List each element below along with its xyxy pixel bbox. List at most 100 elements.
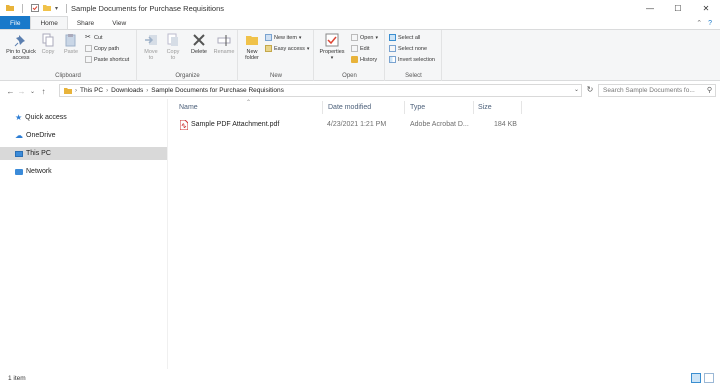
new-group: New folder New item ▾ Easy access ▾ New: [239, 30, 314, 81]
large-icons-view-icon[interactable]: [704, 373, 714, 383]
file-type: Adobe Acrobat D...: [410, 121, 469, 128]
refresh-icon[interactable]: ↻: [584, 85, 596, 97]
nav-item-this-pc[interactable]: This PC: [0, 147, 167, 160]
copy-to-icon: [167, 33, 178, 46]
column-header-name[interactable]: Name: [179, 104, 198, 111]
cut-button[interactable]: ✂ Cut: [85, 34, 103, 41]
ribbon: Pin to Quick access Copy Paste ✂ Cut Cop…: [0, 29, 720, 81]
forward-arrow-icon[interactable]: →: [16, 87, 27, 96]
file-date-modified: 4/23/2021 1:21 PM: [327, 121, 387, 128]
column-header-type[interactable]: Type: [410, 104, 425, 111]
help-icon[interactable]: ?: [708, 20, 712, 27]
quick-access-toolbar: ▾: [0, 3, 71, 13]
search-input[interactable]: Search Sample Documents fo... ⚲: [598, 84, 716, 97]
clipboard-group: Pin to Quick access Copy Paste ✂ Cut Cop…: [0, 30, 137, 81]
copy-path-icon: [85, 45, 92, 52]
history-button[interactable]: History: [351, 56, 377, 63]
breadcrumb-current-folder[interactable]: Sample Documents for Purchase Requisitio…: [151, 87, 284, 94]
back-arrow-icon[interactable]: ←: [5, 87, 16, 96]
edit-icon: [351, 45, 358, 52]
column-divider[interactable]: [322, 101, 323, 114]
breadcrumb-downloads[interactable]: Downloads: [111, 87, 143, 94]
invert-selection-label: Invert selection: [398, 56, 435, 63]
pin-icon: [14, 35, 25, 47]
view-switcher: [691, 373, 714, 383]
nav-item-quick-access[interactable]: ★ Quick access: [0, 111, 167, 124]
paste-shortcut-button[interactable]: Paste shortcut: [85, 56, 129, 63]
open-group-label: Open: [342, 73, 357, 79]
copy-path-button[interactable]: Copy path: [85, 45, 119, 52]
close-button[interactable]: ✕: [692, 0, 720, 16]
up-arrow-icon[interactable]: ↑: [38, 87, 49, 96]
title-bar: ▾ Sample Documents for Purchase Requisit…: [0, 0, 720, 16]
column-divider[interactable]: [521, 101, 522, 114]
new-folder-icon[interactable]: [43, 4, 51, 12]
breadcrumb-this-pc[interactable]: This PC: [80, 87, 103, 94]
chevron-down-icon: ▾: [298, 34, 302, 41]
tab-home[interactable]: Home: [30, 16, 68, 30]
rename-button[interactable]: Rename: [212, 33, 236, 55]
nav-item-label: This PC: [26, 150, 51, 157]
new-folder-button[interactable]: New folder: [242, 33, 262, 61]
pdf-file-icon: [180, 120, 188, 130]
tab-file[interactable]: File: [0, 16, 31, 30]
pane-divider[interactable]: [167, 99, 168, 369]
maximize-button[interactable]: ☐: [664, 0, 692, 16]
organize-group: Move to Copy to Delete Rename Organize: [138, 30, 238, 81]
new-folder-label: New folder: [245, 49, 259, 61]
invert-selection-button[interactable]: Invert selection: [389, 56, 435, 63]
easy-access-button[interactable]: Easy access ▾: [265, 45, 309, 52]
select-none-button[interactable]: Select none: [389, 45, 427, 52]
select-all-button[interactable]: Select all: [389, 34, 420, 41]
customize-qat-icon[interactable]: ▾: [55, 5, 58, 12]
nav-item-network[interactable]: Network: [0, 165, 167, 178]
file-row[interactable]: Sample PDF Attachment.pdf 4/23/2021 1:21…: [173, 118, 523, 132]
copy-to-button[interactable]: Copy to: [164, 33, 182, 61]
invert-selection-icon: [389, 56, 396, 63]
address-dropdown-icon[interactable]: ⌄: [574, 86, 579, 93]
clipboard-group-label: Clipboard: [55, 73, 81, 79]
tab-view[interactable]: View: [103, 16, 135, 30]
column-header-date-modified[interactable]: Date modified: [328, 104, 371, 111]
computer-icon: [15, 150, 23, 157]
paste-label: Paste: [63, 49, 79, 55]
file-name: Sample PDF Attachment.pdf: [191, 121, 280, 128]
window-controls: — ☐ ✕: [636, 0, 720, 16]
select-all-icon: [389, 34, 396, 41]
status-bar: 1 item: [0, 370, 720, 386]
new-item-icon: [265, 34, 272, 41]
tab-share[interactable]: Share: [68, 16, 103, 30]
new-item-button[interactable]: New item ▾: [265, 34, 301, 41]
chevron-right-icon: ›: [75, 87, 77, 94]
move-to-label: Move to: [144, 49, 158, 61]
edit-label: Edit: [360, 45, 370, 52]
minimize-button[interactable]: —: [636, 0, 664, 16]
select-none-icon: [389, 45, 396, 52]
properties-check-icon[interactable]: [31, 4, 39, 12]
properties-button[interactable]: Properties ▾: [317, 33, 347, 61]
nav-item-label: OneDrive: [26, 132, 56, 139]
navigation-pane: ★ Quick access ☁ OneDrive This PC Networ…: [0, 102, 167, 368]
organize-group-label: Organize: [175, 73, 200, 79]
column-divider[interactable]: [404, 101, 405, 114]
move-to-button[interactable]: Move to: [142, 33, 160, 61]
open-button[interactable]: Open ▾: [351, 34, 378, 41]
delete-button[interactable]: Delete: [188, 33, 210, 55]
pin-to-quick-access-button[interactable]: Pin to Quick access: [3, 33, 39, 61]
chevron-right-icon: ›: [146, 87, 149, 94]
nav-item-onedrive[interactable]: ☁ OneDrive: [0, 129, 167, 142]
edit-button[interactable]: Edit: [351, 45, 369, 52]
recent-locations-chevron-icon[interactable]: ⌄: [27, 88, 38, 95]
column-divider[interactable]: [473, 101, 474, 114]
paste-button[interactable]: Paste: [62, 33, 80, 55]
open-group: Properties ▾ Open ▾ Edit History Open: [315, 30, 385, 81]
copy-button[interactable]: Copy: [40, 33, 56, 55]
details-view-icon[interactable]: [691, 373, 701, 383]
folder-icon: [64, 87, 72, 94]
open-label: Open: [360, 34, 374, 41]
easy-access-label: Easy access: [274, 45, 305, 52]
file-size: 184 KB: [494, 121, 517, 128]
address-bar[interactable]: › This PC › Downloads › Sample Documents…: [59, 84, 582, 97]
collapse-ribbon-icon[interactable]: ⌃: [696, 19, 702, 27]
column-header-size[interactable]: Size: [478, 104, 492, 111]
